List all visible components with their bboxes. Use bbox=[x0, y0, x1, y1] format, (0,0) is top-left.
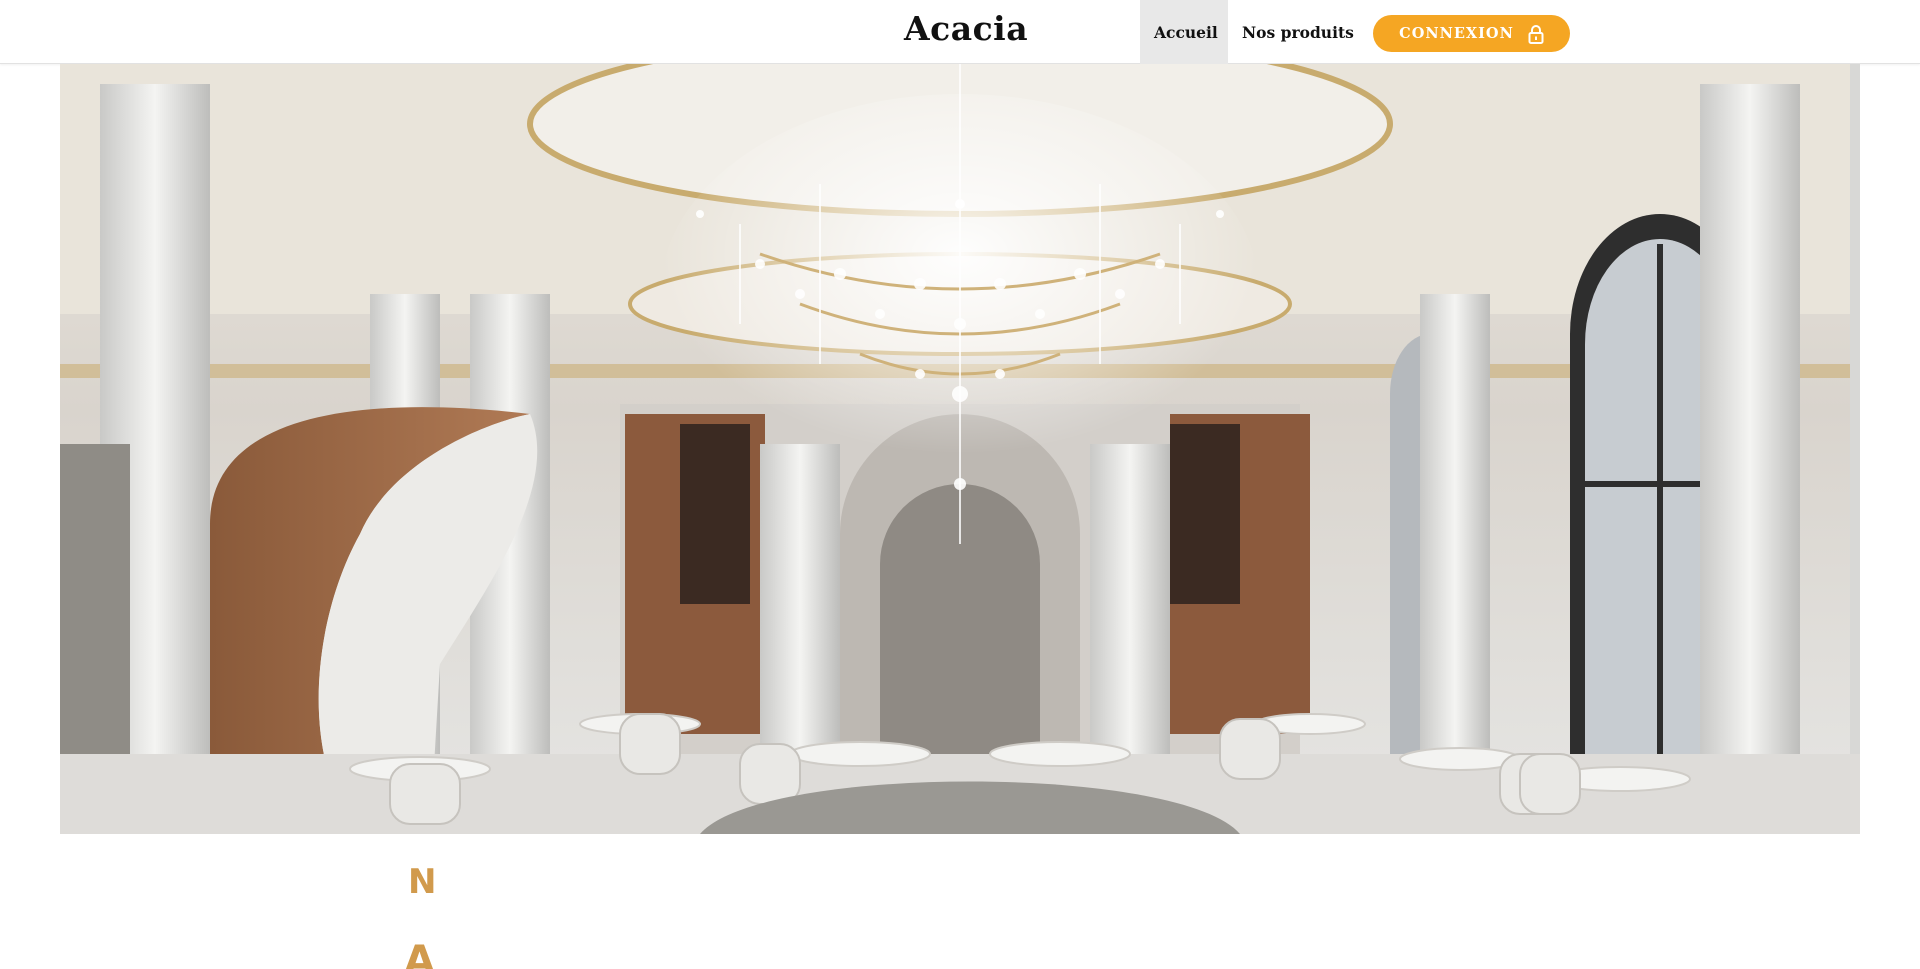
nav-item-products[interactable]: Nos produits bbox=[1228, 0, 1368, 64]
site-header: Acacia Accueil Nos produits CONNEXION bbox=[0, 0, 1920, 64]
login-button-label: CONNEXION bbox=[1399, 25, 1514, 42]
padlock-icon bbox=[1528, 24, 1544, 44]
nav-item-home[interactable]: Accueil bbox=[1140, 0, 1228, 64]
decorative-letter-n: N bbox=[408, 862, 437, 902]
login-button[interactable]: CONNEXION bbox=[1373, 15, 1570, 52]
decorative-letter-a: A bbox=[404, 938, 435, 969]
brand-logo[interactable]: Acacia bbox=[904, 9, 1028, 48]
hero-image bbox=[60, 64, 1860, 834]
